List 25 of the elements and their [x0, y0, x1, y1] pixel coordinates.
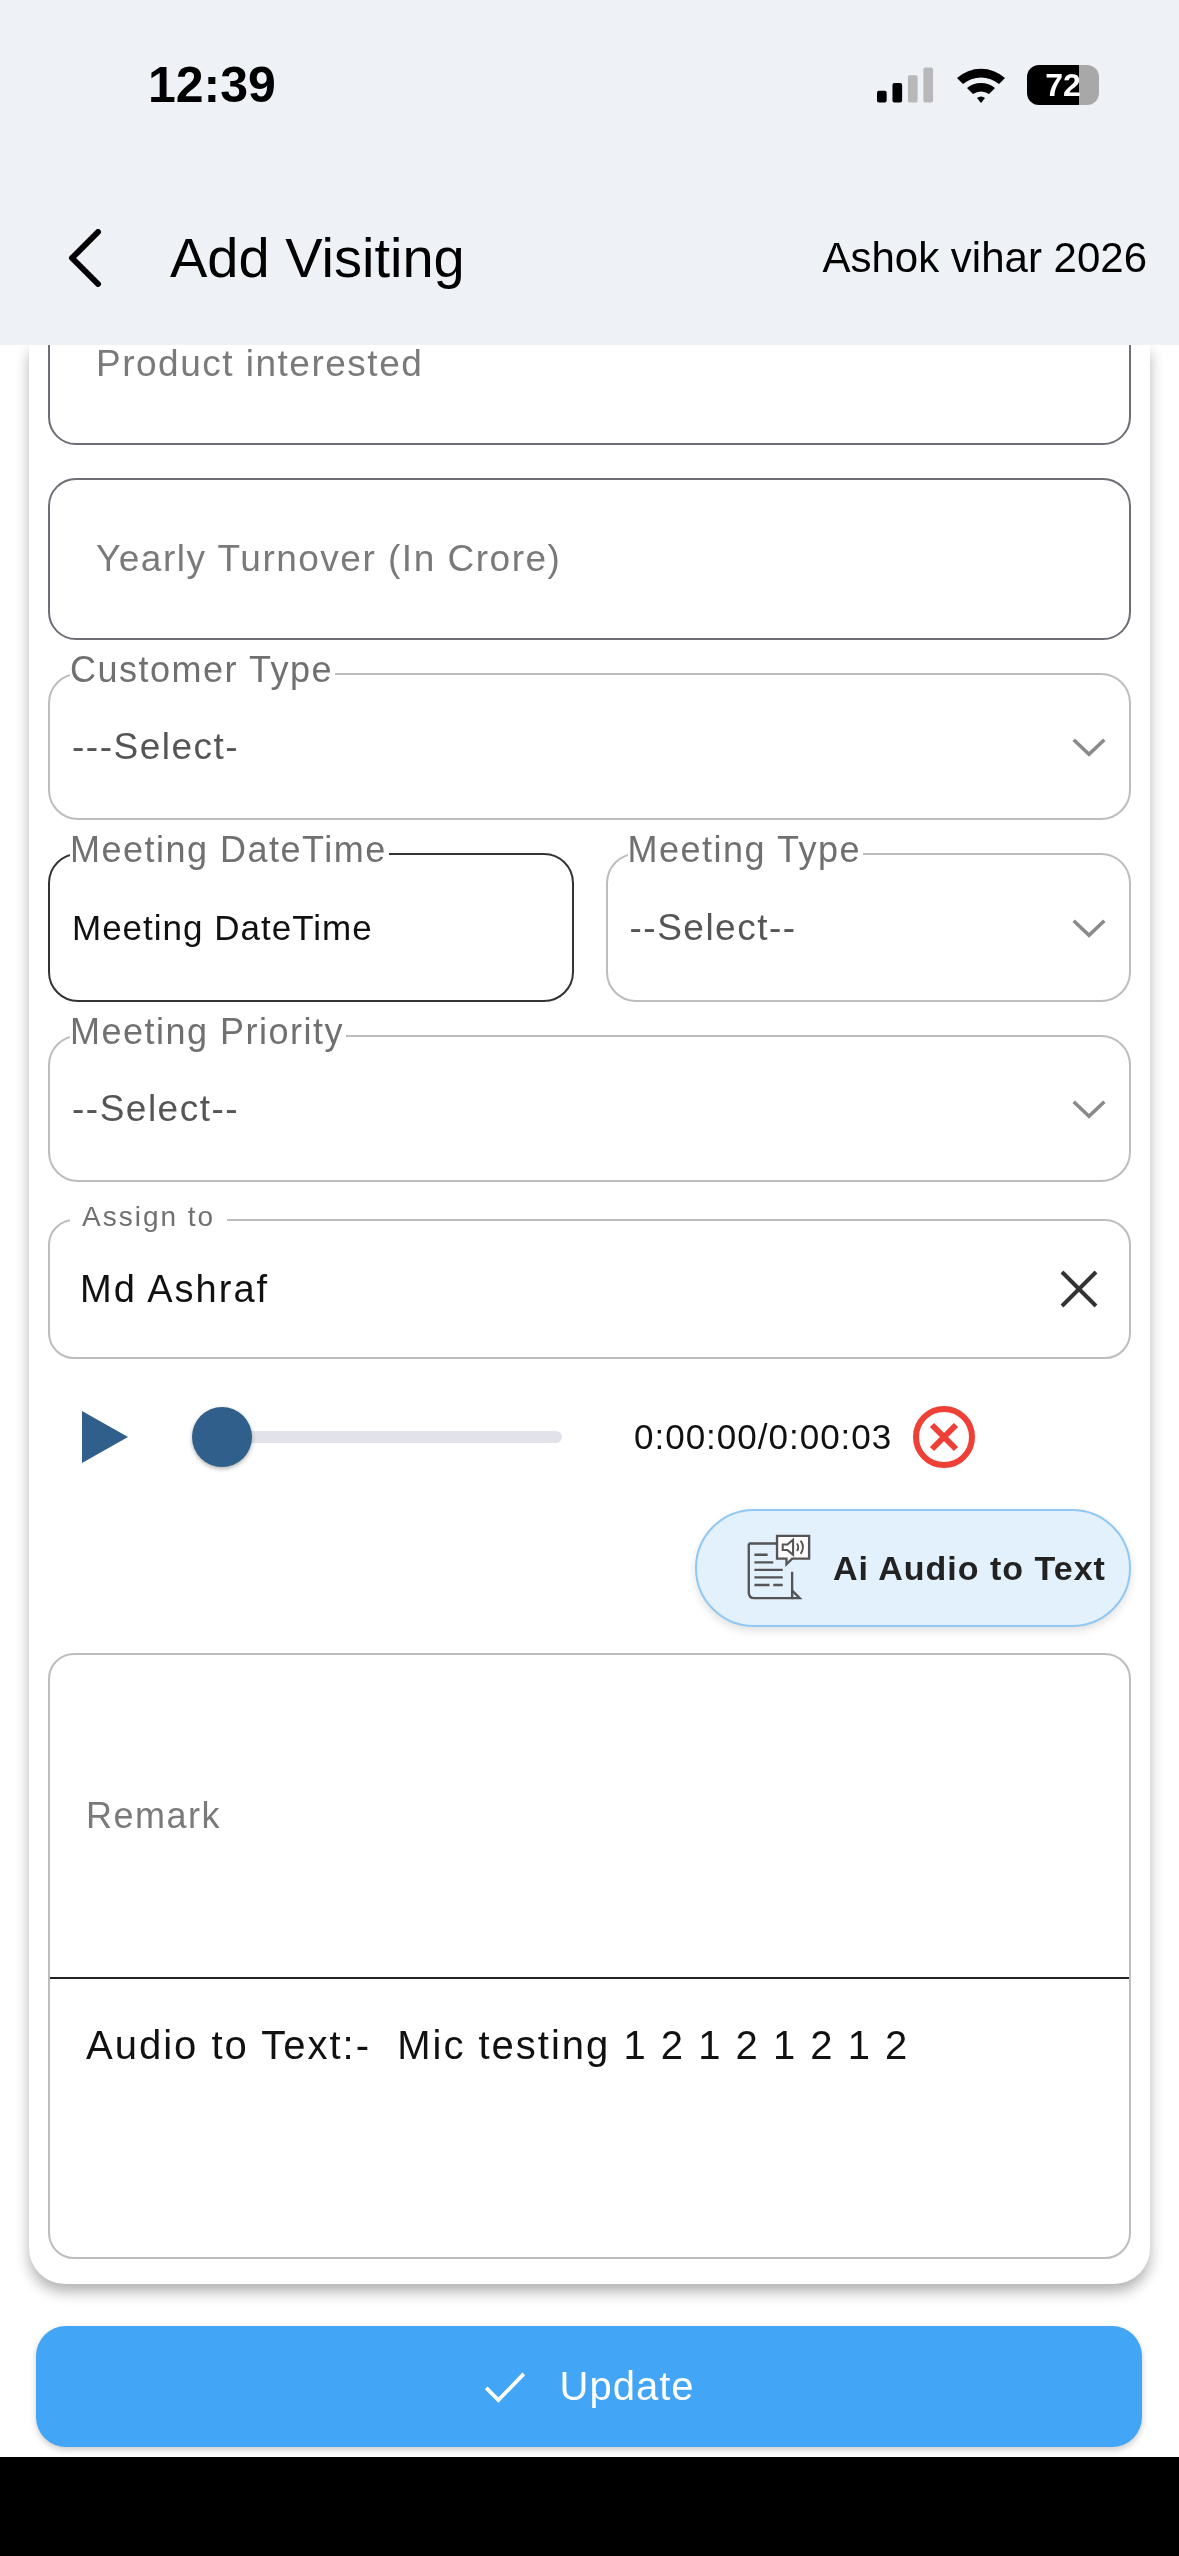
wifi-icon: [955, 66, 1007, 104]
select-field[interactable]: Customer Type ---Select-: [48, 647, 1131, 820]
assign-field[interactable]: Assign to Md Ashraf: [48, 1201, 1131, 1359]
slider-thumb[interactable]: [192, 1407, 252, 1467]
audio-time: 0:00:00/0:00:03: [634, 1417, 893, 1457]
transcript-text: Audio to Text:- Mic testing 1 2 1 2 1 2 1 2: [86, 2023, 910, 2067]
play-icon[interactable]: [82, 1411, 128, 1463]
select-field[interactable]: Meeting Priority --Select--: [48, 1009, 1131, 1182]
audio-slider[interactable]: [192, 1407, 562, 1467]
location-label: Ashok vihar 2026: [822, 233, 1147, 282]
clear-icon[interactable]: [1059, 1269, 1099, 1309]
check-icon: [483, 2370, 526, 2403]
text-field[interactable]: Yearly Turnover (In Crore): [48, 478, 1131, 640]
remark-input[interactable]: Remark: [86, 1795, 1093, 1837]
remark-field[interactable]: Remark Audio to Text:- Mic testing 1 2 1 2 1 2 1 2: [48, 1653, 1131, 2259]
document-speaker-icon: [745, 1534, 811, 1602]
back-icon[interactable]: [66, 228, 102, 287]
status-time: 12:39: [148, 56, 276, 114]
datetime-field[interactable]: Meeting DateTime Meeting DateTime: [48, 827, 574, 1002]
text-field[interactable]: Product interested: [48, 345, 1131, 445]
signal-icon: [877, 67, 935, 103]
close-icon[interactable]: [912, 1405, 977, 1469]
select-field[interactable]: Meeting Type --Select--: [605, 827, 1131, 1002]
page-title: Add Visiting: [170, 225, 466, 290]
ai-audio-to-text-button[interactable]: Ai Audio to Text: [695, 1509, 1131, 1627]
